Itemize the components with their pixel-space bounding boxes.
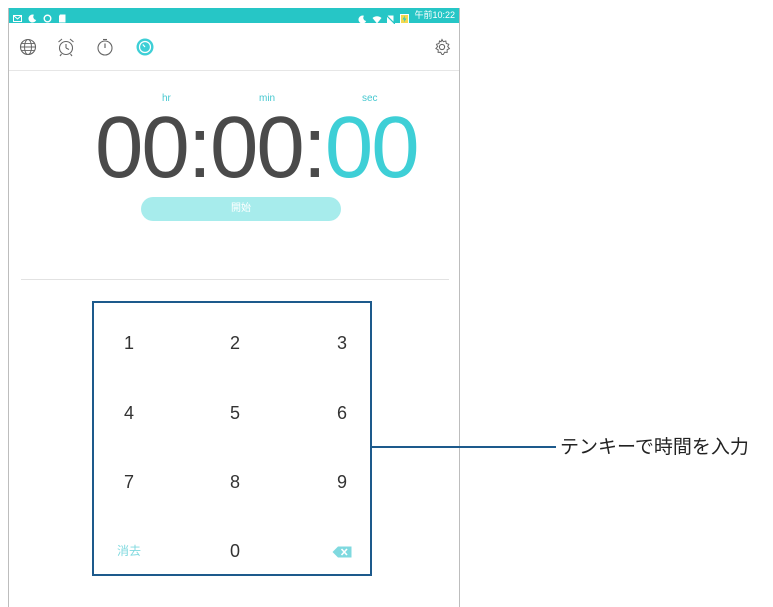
timer-seconds: 00 — [324, 99, 420, 196]
start-button[interactable]: 開始 — [141, 197, 341, 221]
divider — [21, 279, 449, 280]
status-right-icons: 午前10:22 — [358, 9, 455, 25]
key-6[interactable]: 6 — [312, 398, 372, 428]
moon-icon — [358, 11, 367, 24]
no-sim-icon — [386, 11, 396, 25]
timer-minutes: 00 — [209, 99, 305, 196]
callout-line — [370, 446, 556, 448]
timer-display: 00:00:00 — [95, 103, 420, 193]
settings-button[interactable] — [432, 37, 452, 57]
timer-separator: : — [302, 99, 327, 196]
battery-charging-icon — [400, 11, 410, 24]
callout-label: テンキーで時間を入力 — [560, 437, 749, 458]
wifi-icon — [372, 11, 382, 24]
key-4[interactable]: 4 — [99, 398, 159, 428]
backspace-icon — [332, 541, 352, 561]
status-bar: 午前10:22 — [9, 8, 459, 25]
key-0[interactable]: 0 — [205, 536, 265, 566]
key-7[interactable]: 7 — [99, 467, 159, 497]
alarm-icon — [56, 38, 76, 61]
message-icon — [13, 10, 22, 22]
key-9[interactable]: 9 — [312, 467, 372, 497]
timer-separator: : — [187, 99, 212, 196]
tab-alarm[interactable] — [56, 37, 76, 57]
key-3[interactable]: 3 — [312, 328, 372, 358]
sd-card-icon — [58, 10, 67, 23]
gear-icon — [432, 38, 452, 61]
key-5[interactable]: 5 — [205, 398, 265, 428]
sync-icon — [43, 10, 52, 23]
numeric-keypad: 1 2 3 4 5 6 7 8 9 消去 0 — [92, 301, 372, 576]
globe-icon — [18, 38, 38, 61]
tab-timer[interactable] — [135, 37, 155, 57]
key-8[interactable]: 8 — [205, 467, 265, 497]
stopwatch-icon — [95, 38, 115, 61]
clear-button[interactable]: 消去 — [99, 536, 159, 566]
moon-icon — [28, 10, 37, 23]
status-time: 午前10:22 — [414, 10, 455, 20]
tab-world-clock[interactable] — [18, 37, 38, 57]
status-left-icons — [13, 10, 67, 23]
timer-icon — [135, 38, 155, 61]
key-1[interactable]: 1 — [99, 328, 159, 358]
backspace-button[interactable] — [312, 536, 372, 566]
key-2[interactable]: 2 — [205, 328, 265, 358]
clock-tab-bar — [9, 23, 459, 71]
timer-hours: 00 — [95, 99, 190, 196]
tab-stopwatch[interactable] — [95, 37, 115, 57]
